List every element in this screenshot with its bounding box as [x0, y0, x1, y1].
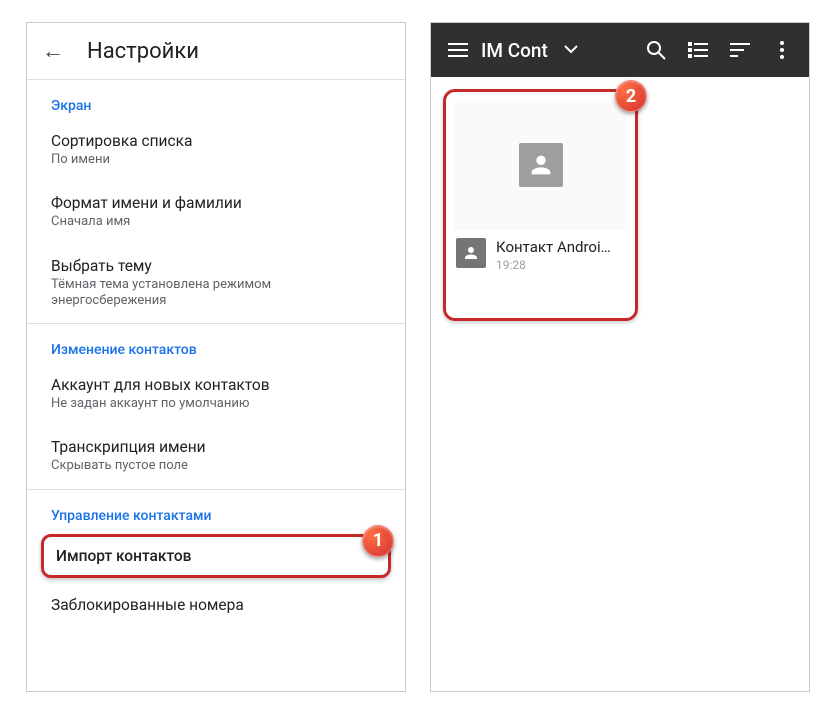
row-default-account[interactable]: Аккаунт для новых контактов Не задан акк… — [27, 364, 405, 426]
row-sub: Тёмная тема установлена режимом энергосб… — [51, 277, 381, 310]
row-sub: Сначала имя — [51, 214, 381, 230]
row-title: Импорт контактов — [56, 547, 376, 565]
row-sub: По имени — [51, 152, 381, 168]
group-header-screen: Экран — [27, 80, 405, 120]
settings-list: Экран Сортировка списка По имени Формат … — [27, 79, 405, 628]
settings-panel: ← Настройки Экран Сортировка списка По и… — [26, 22, 406, 692]
file-thumbnail — [454, 100, 627, 230]
settings-title: Настройки — [87, 39, 199, 64]
row-sub: Не задан аккаунт по умолчанию — [51, 396, 381, 412]
row-title: Транскрипция имени — [51, 438, 381, 456]
file-manager-body: Контакт Androi… 19:28 2 — [431, 77, 809, 691]
group-header-manage: Управление контактами — [27, 490, 405, 530]
callout-badge-1: 1 — [362, 525, 394, 557]
settings-appbar: ← Настройки — [27, 23, 405, 79]
file-time: 19:28 — [496, 258, 611, 272]
row-title: Формат имени и фамилии — [51, 194, 381, 212]
chevron-down-icon[interactable] — [550, 29, 592, 71]
more-icon[interactable] — [761, 29, 803, 71]
callout-badge-2: 2 — [615, 80, 647, 112]
menu-icon[interactable] — [437, 29, 479, 71]
file-name: Контакт Androi… — [496, 238, 611, 256]
file-manager-title[interactable]: IM Cont — [479, 39, 550, 62]
search-icon[interactable] — [635, 29, 677, 71]
row-title: Заблокированные номера — [51, 596, 381, 614]
row-theme[interactable]: Выбрать тему Тёмная тема установлена реж… — [27, 245, 405, 324]
file-manager-appbar: IM Cont — [431, 23, 809, 77]
row-blocked-numbers[interactable]: Заблокированные номера — [27, 584, 405, 628]
row-name-transcription[interactable]: Транскрипция имени Скрывать пустое поле — [27, 426, 405, 488]
file-meta-row: Контакт Androi… 19:28 — [454, 230, 627, 272]
contact-small-icon — [456, 238, 486, 268]
row-title: Выбрать тему — [51, 257, 381, 275]
sort-icon[interactable] — [719, 29, 761, 71]
contact-icon — [519, 143, 563, 187]
row-title: Сортировка списка — [51, 132, 381, 150]
row-sort-order[interactable]: Сортировка списка По имени — [27, 120, 405, 182]
file-manager-panel: IM Cont — [430, 22, 810, 692]
view-list-icon[interactable] — [677, 29, 719, 71]
file-card[interactable]: Контакт Androi… 19:28 2 — [443, 89, 638, 321]
row-title: Аккаунт для новых контактов — [51, 376, 381, 394]
row-import-contacts[interactable]: Импорт контактов 1 — [41, 534, 391, 578]
row-name-format[interactable]: Формат имени и фамилии Сначала имя — [27, 182, 405, 244]
row-sub: Скрывать пустое поле — [51, 458, 381, 474]
back-arrow-icon[interactable]: ← — [39, 37, 67, 65]
group-header-edit: Изменение контактов — [27, 324, 405, 364]
